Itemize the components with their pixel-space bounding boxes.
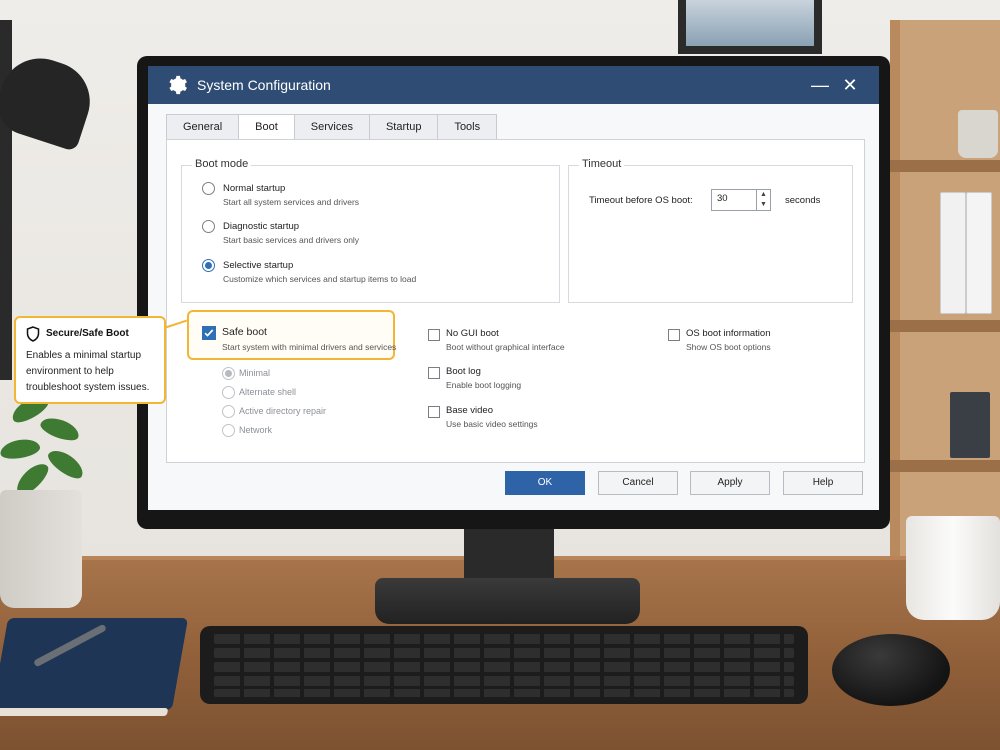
title-bar: System Configuration — ✕ xyxy=(148,66,879,104)
wall-picture-frame xyxy=(678,0,822,54)
boot-log-checkbox[interactable] xyxy=(428,367,440,379)
safe-boot-checkbox[interactable] xyxy=(202,326,216,340)
gear-icon xyxy=(169,75,187,95)
base-video-description: Use basic video settings xyxy=(446,419,538,429)
no-gui-boot-label: No GUI boot xyxy=(446,328,499,339)
network-label: Network xyxy=(239,425,273,435)
timeout-unit: seconds xyxy=(785,195,821,206)
timeout-value: 30 xyxy=(717,193,728,204)
safe-boot-label: Safe boot xyxy=(222,326,267,338)
diagnostic-startup-label: Diagnostic startup xyxy=(223,221,300,232)
tab-boot[interactable]: Boot xyxy=(238,114,295,141)
tab-tools[interactable]: Tools xyxy=(437,114,498,139)
system-configuration-window: System Configuration — ✕ General Boot Se… xyxy=(148,66,879,510)
mouse xyxy=(832,634,950,706)
dialog-body: General Boot Services Startup Tools Boot… xyxy=(148,104,879,510)
boot-log-description: Enable boot logging xyxy=(446,380,522,390)
checkmark-icon xyxy=(204,329,214,337)
alternate-shell-radio[interactable] xyxy=(222,386,235,399)
tab-startup[interactable]: Startup xyxy=(368,114,439,139)
close-button[interactable]: ✕ xyxy=(837,72,863,98)
timeout-stepper[interactable]: 30 ▲ ▼ xyxy=(711,189,771,211)
callout-text: Enables a minimal startup environment to… xyxy=(26,350,150,393)
active-directory-repair-label: Active directory repair xyxy=(239,406,327,416)
minimal-radio[interactable] xyxy=(222,367,235,380)
keyboard xyxy=(200,626,808,704)
no-gui-boot-checkbox[interactable] xyxy=(428,329,440,341)
shelf-plant-pot xyxy=(958,110,998,158)
tab-general[interactable]: General xyxy=(166,114,240,139)
boot-log-label: Boot log xyxy=(446,366,481,377)
monitor-stand-base xyxy=(375,578,640,624)
minimal-label: Minimal xyxy=(239,368,271,378)
boot-mode-title: Boot mode xyxy=(192,158,252,170)
boot-tab-panel: Boot mode Normal startup Start all syste… xyxy=(166,139,865,463)
normal-startup-label: Normal startup xyxy=(223,183,286,194)
tab-services[interactable]: Services xyxy=(293,114,370,139)
safe-boot-callout: Secure/Safe Boot Enables a minimal start… xyxy=(14,316,166,404)
tab-strip: General Boot Services Startup Tools xyxy=(166,114,498,141)
diagnostic-startup-radio[interactable] xyxy=(202,220,215,233)
os-boot-information-checkbox[interactable] xyxy=(668,329,680,341)
timeout-title: Timeout xyxy=(579,158,625,170)
normal-startup-radio[interactable] xyxy=(202,182,215,195)
no-gui-boot-description: Boot without graphical interface xyxy=(446,342,565,352)
selective-startup-label: Selective startup xyxy=(223,260,294,271)
active-directory-repair-radio[interactable] xyxy=(222,405,235,418)
stepper-up-icon[interactable]: ▲ xyxy=(756,190,770,200)
bookshelf xyxy=(890,20,1000,560)
os-boot-information-description: Show OS boot options xyxy=(686,342,771,352)
alternate-shell-label: Alternate shell xyxy=(239,387,297,397)
shield-icon xyxy=(26,326,40,342)
coffee-mug xyxy=(906,516,1000,620)
stepper-down-icon[interactable]: ▼ xyxy=(756,200,770,210)
selective-startup-description: Customize which services and startup ite… xyxy=(223,274,417,284)
cancel-button[interactable]: Cancel xyxy=(598,471,678,495)
normal-startup-description: Start all system services and drivers xyxy=(223,197,360,207)
ok-button[interactable]: OK xyxy=(505,471,585,495)
os-boot-information-label: OS boot information xyxy=(686,328,771,339)
diagnostic-startup-description: Start basic services and drivers only xyxy=(223,235,360,245)
help-button[interactable]: Help xyxy=(783,471,863,495)
plant-pot xyxy=(0,490,82,608)
callout-title: Secure/Safe Boot xyxy=(46,328,129,339)
safe-boot-highlight xyxy=(187,310,395,360)
base-video-checkbox[interactable] xyxy=(428,406,440,418)
safe-boot-description: Start system with minimal drivers and se… xyxy=(222,342,397,352)
minimize-button[interactable]: — xyxy=(807,72,833,98)
apply-button[interactable]: Apply xyxy=(690,471,770,495)
network-radio[interactable] xyxy=(222,424,235,437)
selective-startup-radio[interactable] xyxy=(202,259,215,272)
window-title: System Configuration xyxy=(197,77,331,93)
timeout-group: Timeout Timeout before OS boot: 30 ▲ ▼ s… xyxy=(568,158,853,303)
timeout-label: Timeout before OS boot: xyxy=(589,195,693,206)
boot-mode-group: Boot mode Normal startup Start all syste… xyxy=(181,158,560,303)
base-video-label: Base video xyxy=(446,405,494,416)
